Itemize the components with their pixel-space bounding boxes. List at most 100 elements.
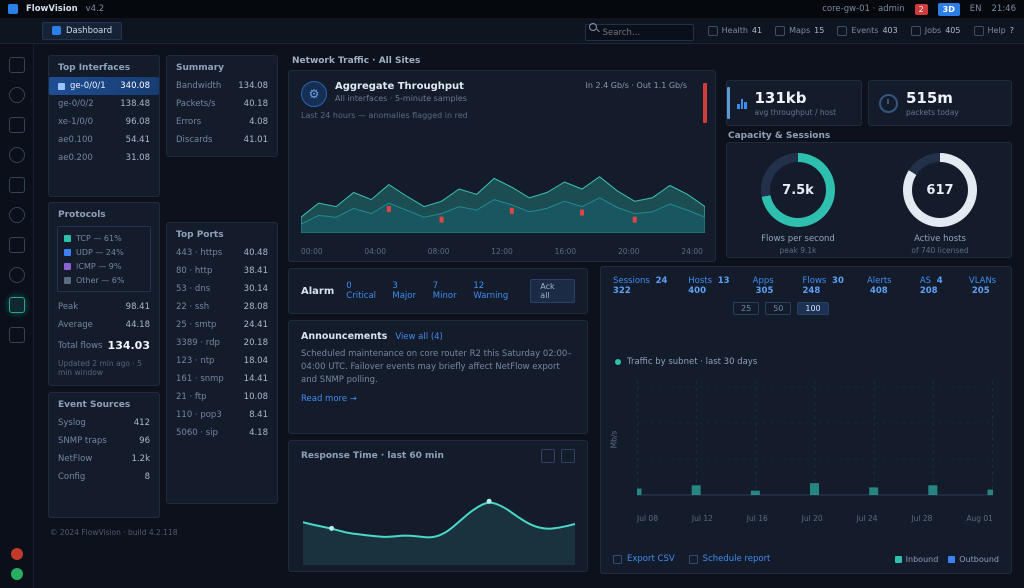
summary-row[interactable]: Bandwidth 134.08 [167,77,277,95]
port-row[interactable]: 53 · dns 30.14 [167,280,277,298]
menu-item-label: Help [988,26,1006,35]
stat-link[interactable]: Flows 30 248 [803,276,854,296]
alert-count-badge[interactable]: 2 [915,4,928,15]
alerts-icon[interactable] [9,177,25,193]
read-more-link[interactable]: Read more → [301,394,357,404]
alarm-severity-link[interactable]: 3 Major [392,281,421,301]
row-label: 110 · pop3 [176,410,222,420]
protocol-stat-row[interactable]: Peak 98.41 [49,298,159,316]
traffic-icon[interactable] [9,147,25,163]
menu-item-count: ? [1010,26,1014,35]
x-axis-tick: Aug 01 [966,514,993,523]
stat-link[interactable]: Hosts 13 400 [688,276,739,296]
alarm-title: Alarm [301,286,334,297]
logs-icon[interactable] [9,237,25,253]
summary-row[interactable]: Errors 4.08 [167,113,277,131]
interface-row[interactable]: xe-1/0/0 96.08 [49,113,159,131]
legend-item[interactable]: Outbound [948,555,999,564]
download-icon[interactable] [541,449,555,463]
port-row[interactable]: 25 · smtp 24.41 [167,316,277,334]
interface-row[interactable]: ge-0/0/1 340.08 [49,77,159,95]
throughput-area-chart [301,137,705,233]
view-3d-button[interactable]: 3D [938,3,960,16]
port-row[interactable]: 3389 · rdp 20.18 [167,334,277,352]
reports-icon[interactable] [9,207,25,223]
page-size-option[interactable]: 25 [733,302,759,315]
legend-item[interactable]: Other — 6% [64,273,144,287]
database-icon[interactable] [9,267,25,283]
version-label: v4.2 [86,4,105,14]
summary-row[interactable]: Packets/s 40.18 [167,95,277,113]
menu-nav-item[interactable]: Maps 15 [775,26,824,36]
schedule-report-link[interactable]: Schedule report [689,554,771,564]
legend-item[interactable]: Inbound [895,555,939,564]
stat-link[interactable]: VLANs 205 [969,276,1011,296]
stat-link[interactable]: Alerts 408 [867,276,907,296]
menu-nav-item[interactable]: Jobs 405 [911,26,961,36]
alarm-severity-link[interactable]: 7 Minor [433,281,463,301]
menu-item-label: Jobs [925,26,942,35]
port-row[interactable]: 22 · ssh 28.08 [167,298,277,316]
port-row[interactable]: 80 · http 38.41 [167,262,277,280]
protocol-stat-row[interactable]: Average 44.18 [49,316,159,334]
interface-row[interactable]: ae0.200 31.08 [49,149,159,167]
stat-link[interactable]: Apps 305 [753,276,790,296]
view-all-link[interactable]: View all (4) [395,332,443,342]
event-source-row[interactable]: SNMP traps 96 [49,432,159,450]
subnet-chart-title: Traffic by subnet · last 30 days [627,357,757,367]
search-input[interactable] [585,24,694,41]
throughput-x-axis: 00:0004:0008:0012:0016:0020:0024:00 [301,247,703,256]
dashboard-icon[interactable] [9,57,25,73]
port-row[interactable]: 110 · pop3 8.41 [167,406,277,424]
port-row[interactable]: 21 · ftp 10.08 [167,388,277,406]
page-size-option[interactable]: 50 [765,302,791,315]
language-selector[interactable]: EN [970,4,982,14]
legend-item[interactable]: ICMP — 9% [64,259,144,273]
row-label: ae0.200 [58,153,93,163]
port-row[interactable]: 5060 · sip 4.18 [167,424,277,442]
expand-icon[interactable] [561,449,575,463]
stat-link[interactable]: Sessions 24 322 [613,276,675,296]
port-row[interactable]: 123 · ntp 18.04 [167,352,277,370]
gauge-hosts[interactable]: 617 Active hosts of 740 licensed [903,153,977,255]
summary-row[interactable]: Discards 41.01 [167,131,277,149]
record-status-icon[interactable] [11,548,23,560]
interface-row[interactable]: ge-0/0/2 138.48 [49,95,159,113]
alarm-severity-link[interactable]: 12 Warning [473,281,518,301]
settings-icon[interactable] [9,327,25,343]
row-value: 1.2k [132,454,150,464]
port-row[interactable]: 161 · snmp 14.41 [167,370,277,388]
menu-nav-item[interactable]: Health 41 [708,26,762,36]
health-status-icon[interactable] [11,568,23,580]
security-icon[interactable] [9,297,25,313]
card-throughput-avg[interactable]: 131kb avg throughput / host [726,80,862,126]
alarm-severity-link[interactable]: 0 Critical [346,281,381,301]
gear-icon[interactable]: ⚙ [301,81,327,107]
tab-dashboard[interactable]: Dashboard [42,22,122,40]
gauge-flows[interactable]: 7.5k Flows per second peak 9.1k [761,153,835,255]
interface-row[interactable]: ae0.100 54.41 [49,131,159,149]
x-axis-tick: 08:00 [428,247,450,256]
protocols-footnote: Updated 2 min ago · 5 min window [49,357,159,383]
menu-nav-item[interactable]: Events 403 [837,26,897,36]
menu-nav-item[interactable]: Help ? [974,26,1015,36]
port-row[interactable]: 443 · https 40.48 [167,244,277,262]
event-source-row[interactable]: NetFlow 1.2k [49,450,159,468]
card-packets-today[interactable]: 515m packets today [868,80,1012,126]
chart-legend: Inbound Outbound [895,555,999,564]
legend-item[interactable]: TCP — 61% [64,231,144,245]
topology-icon[interactable] [9,87,25,103]
legend-item[interactable]: UDP — 24% [64,245,144,259]
devices-icon[interactable] [9,117,25,133]
page-size-option[interactable]: 100 [797,302,828,315]
event-source-row[interactable]: Syslog 412 [49,414,159,432]
event-source-row[interactable]: Config 8 [49,468,159,486]
x-axis-tick: 16:00 [555,247,577,256]
card-subtitle: avg throughput / host [755,108,837,117]
legend-color-swatch [64,235,71,242]
export-csv-link[interactable]: Export CSV [613,554,675,564]
sparkline-icon [737,97,747,109]
subnet-panel-footer: Export CSV Schedule report Inbound Outbo… [613,554,999,564]
stat-link[interactable]: AS 4 208 [920,276,956,296]
ack-all-button[interactable]: Ack all [530,279,575,303]
